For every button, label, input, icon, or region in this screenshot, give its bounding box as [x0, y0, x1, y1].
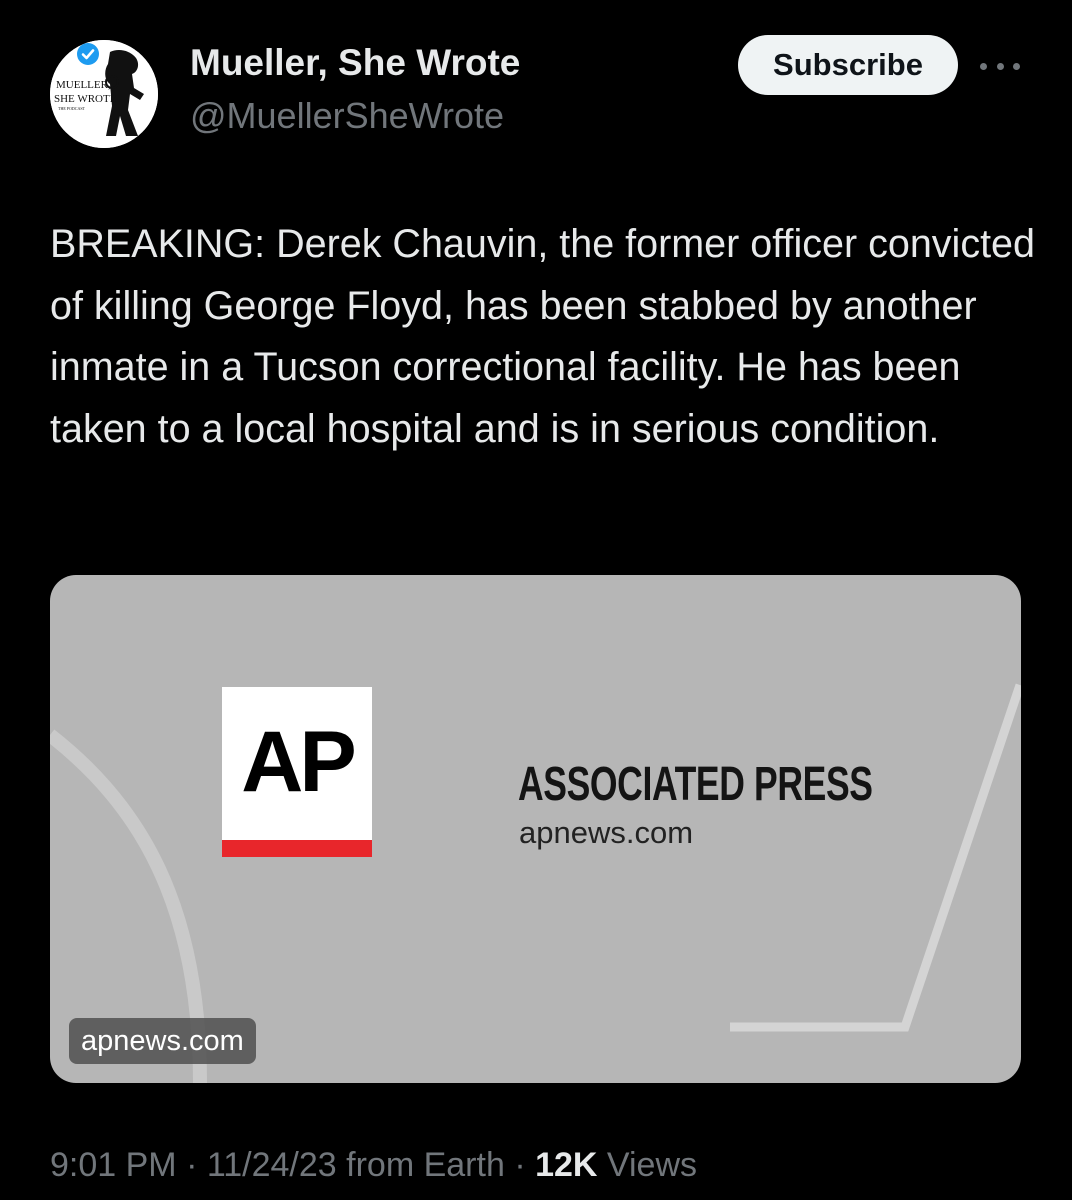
ap-logo-accent-bar [222, 840, 372, 857]
tweet-time[interactable]: 9:01 PM [50, 1146, 177, 1184]
tweet-date[interactable]: 11/24/23 [207, 1146, 337, 1184]
avatar-text-line2: SHE WROTE [54, 93, 117, 105]
tweet-meta: 9:01 PM · 11/24/23 from Earth · 12K View… [50, 1146, 697, 1185]
avatar-text-line1: MUELLER, [56, 79, 111, 91]
author-name[interactable]: Mueller, She Wrote [190, 42, 520, 84]
dot [996, 62, 1004, 70]
dot [1013, 62, 1020, 70]
author-avatar[interactable]: MUELLER, SHE WROTE THE PODCAST [50, 40, 158, 148]
card-domain: apnews.com [519, 815, 694, 850]
verified-badge-icon [76, 42, 100, 66]
avatar-image: MUELLER, SHE WROTE THE PODCAST [50, 40, 158, 148]
meta-separator: · [186, 1146, 198, 1184]
more-horizontal-icon[interactable] [980, 58, 1020, 74]
views-label: Views [606, 1146, 698, 1184]
views-count: 12K [535, 1146, 598, 1184]
avatar-text-line3: THE PODCAST [58, 106, 86, 111]
card-domain-badge: apnews.com [69, 1018, 256, 1064]
author-handle[interactable]: @MuellerSheWrote [190, 95, 504, 137]
subscribe-button[interactable]: Subscribe [738, 35, 958, 95]
tweet-text: BREAKING: Derek Chauvin, the former offi… [50, 222, 1035, 451]
meta-separator: · [514, 1146, 526, 1184]
dot [980, 62, 987, 70]
card-title: ASSOCIATED PRESS [518, 758, 873, 811]
link-card[interactable]: AP ASSOCIATED PRESS apnews.com apnews.co… [50, 575, 1021, 1083]
tweet-source: from Earth [346, 1146, 505, 1184]
ap-logo: AP [222, 687, 372, 857]
ap-logo-text: AP [241, 714, 356, 810]
